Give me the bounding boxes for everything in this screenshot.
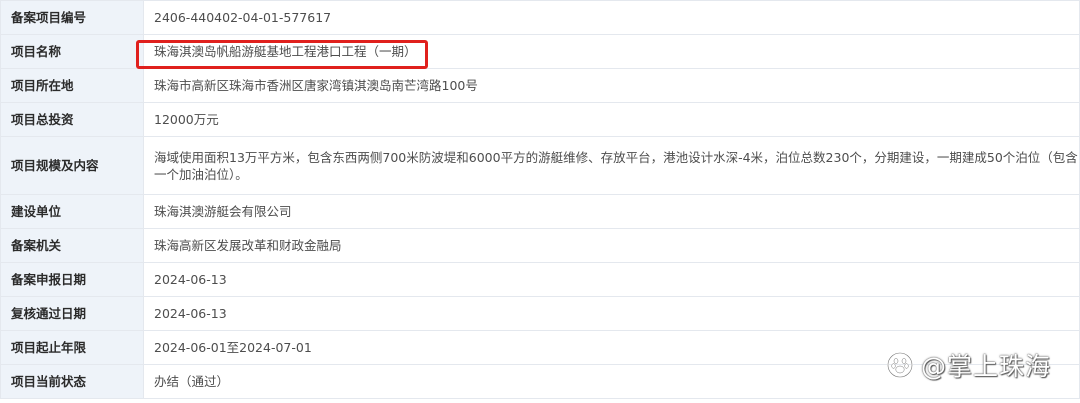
row-label-builder: 建设单位 (0, 194, 144, 229)
table-row: 项目总投资 12000万元 (0, 102, 1080, 137)
project-name-highlight-box (136, 40, 428, 69)
row-label-record-number: 备案项目编号 (0, 0, 144, 35)
row-label-application-date: 备案申报日期 (0, 262, 144, 297)
row-label-approval-date: 复核通过日期 (0, 296, 144, 331)
table-row: 备案项目编号 2406-440402-04-01-577617 (0, 0, 1080, 35)
watermark: @掌上珠海 (887, 348, 1051, 382)
table-row: 备案机关 珠海高新区发展改革和财政金融局 (0, 228, 1080, 263)
row-label-location: 项目所在地 (0, 68, 144, 103)
table-row: 复核通过日期 2024-06-13 (0, 296, 1080, 331)
table-row: 项目规模及内容 海域使用面积13万平方米，包含东西两侧700米防波堤和6000平… (0, 136, 1080, 195)
table-row: 备案申报日期 2024-06-13 (0, 262, 1080, 297)
row-value-scale-content: 海域使用面积13万平方米，包含东西两侧700米防波堤和6000平方的游艇维修、存… (143, 136, 1080, 195)
row-label-status: 项目当前状态 (0, 364, 144, 399)
row-value-record-number: 2406-440402-04-01-577617 (143, 0, 1080, 35)
row-label-scale-content: 项目规模及内容 (0, 136, 144, 195)
table-row: 项目所在地 珠海市高新区珠海市香洲区唐家湾镇淇澳岛南芒湾路100号 (0, 68, 1080, 103)
paw-logo-icon (887, 352, 913, 378)
row-label-period: 项目起止年限 (0, 330, 144, 365)
table-row: 建设单位 珠海淇澳游艇会有限公司 (0, 194, 1080, 229)
watermark-text: @掌上珠海 (921, 352, 1052, 381)
row-value-total-investment: 12000万元 (143, 102, 1080, 137)
row-value-record-authority: 珠海高新区发展改革和财政金融局 (143, 228, 1080, 263)
row-label-project-name: 项目名称 (0, 34, 144, 69)
row-value-application-date: 2024-06-13 (143, 262, 1080, 297)
row-label-record-authority: 备案机关 (0, 228, 144, 263)
row-label-total-investment: 项目总投资 (0, 102, 144, 137)
row-value-builder: 珠海淇澳游艇会有限公司 (143, 194, 1080, 229)
row-value-approval-date: 2024-06-13 (143, 296, 1080, 331)
row-value-location: 珠海市高新区珠海市香洲区唐家湾镇淇澳岛南芒湾路100号 (143, 68, 1080, 103)
